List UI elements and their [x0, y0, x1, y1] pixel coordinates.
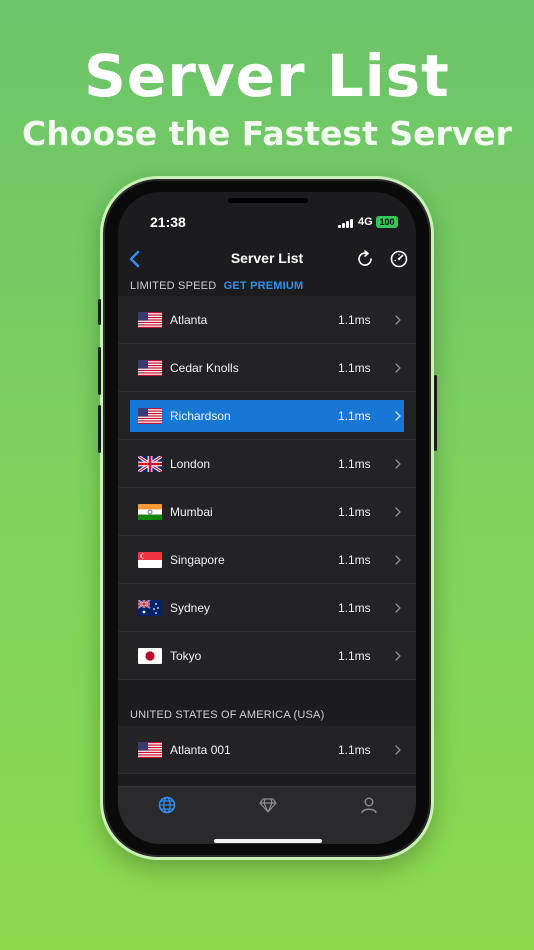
server-ping: 1.1ms	[338, 649, 371, 663]
flag-in-icon	[138, 504, 162, 520]
server-row[interactable]: Atlanta 1.1ms	[118, 296, 416, 344]
flag-au-icon	[138, 600, 162, 616]
flag-us-icon	[138, 312, 162, 328]
speedometer-icon[interactable]	[388, 248, 410, 270]
chevron-right-icon	[395, 651, 401, 661]
flag-sg-icon	[138, 552, 162, 568]
power-button	[434, 375, 437, 451]
server-row[interactable]: Tokyo 1.1ms	[118, 632, 416, 680]
server-ping: 1.1ms	[338, 361, 371, 375]
server-ping: 1.1ms	[338, 505, 371, 519]
server-ping: 1.1ms	[338, 313, 371, 327]
phone-frame: 21:38 4G 100 Server List LIMITED SPEED G…	[98, 176, 437, 860]
server-name: London	[170, 457, 211, 471]
globe-icon[interactable]	[157, 795, 177, 815]
mute-switch	[98, 299, 101, 325]
status-time: 21:38	[150, 214, 186, 230]
tab-bar	[118, 786, 416, 844]
navigation-bar: Server List	[118, 244, 416, 274]
flag-uk-icon	[138, 456, 162, 472]
server-ping: 1.1ms	[338, 553, 371, 567]
server-name: Richardson	[170, 409, 231, 423]
server-row[interactable]: Cedar Knolls 1.1ms	[118, 344, 416, 392]
server-row[interactable]: Atlanta 001 1.1ms	[118, 726, 416, 774]
flag-jp-icon	[138, 648, 162, 664]
chevron-right-icon	[395, 603, 401, 613]
server-name: Singapore	[170, 553, 225, 567]
server-name: Atlanta 001	[170, 743, 231, 757]
chevron-right-icon	[395, 745, 401, 755]
chevron-right-icon	[395, 315, 401, 325]
server-ping: 1.1ms	[338, 409, 371, 423]
battery-icon: 100	[376, 216, 398, 228]
server-row[interactable]: London 1.1ms	[118, 440, 416, 488]
server-name: Cedar Knolls	[170, 361, 239, 375]
chevron-right-icon	[395, 411, 401, 421]
server-name: Mumbai	[170, 505, 213, 519]
chevron-right-icon	[395, 363, 401, 373]
diamond-icon[interactable]	[258, 795, 278, 815]
server-row[interactable]: Sydney 1.1ms	[118, 584, 416, 632]
promo-title: Server List	[84, 42, 450, 110]
volume-down-button	[98, 405, 101, 453]
server-ping: 1.1ms	[338, 601, 371, 615]
chevron-right-icon	[395, 555, 401, 565]
chevron-right-icon	[395, 459, 401, 469]
server-row[interactable]: Singapore 1.1ms	[118, 536, 416, 584]
flag-us-icon	[138, 742, 162, 758]
server-ping: 1.1ms	[338, 743, 371, 757]
server-name: Tokyo	[170, 649, 202, 663]
section-label: LIMITED SPEED	[130, 280, 217, 292]
server-row[interactable]: Mumbai 1.1ms	[118, 488, 416, 536]
volume-up-button	[98, 347, 101, 395]
section-header-usa: UNITED STATES OF AMERICA (USA)	[130, 709, 325, 721]
server-list-usa: Atlanta 001 1.1ms	[118, 726, 416, 774]
dynamic-island	[228, 198, 308, 203]
server-name: Sydney	[170, 601, 211, 615]
server-row[interactable]: Richardson 1.1ms	[130, 400, 404, 432]
server-ping: 1.1ms	[338, 457, 371, 471]
section-header-limited: LIMITED SPEED GET PREMIUM	[130, 280, 303, 292]
server-name: Atlanta	[170, 313, 208, 327]
home-indicator	[214, 839, 322, 843]
server-list-limited: Atlanta 1.1ms Cedar Knolls 1.1ms Richardson 1…	[118, 296, 416, 680]
flag-us-icon	[138, 408, 162, 424]
signal-icon	[338, 218, 354, 228]
chevron-right-icon	[395, 507, 401, 517]
flag-us-icon	[138, 360, 162, 376]
status-bar: 21:38 4G 100	[118, 214, 416, 234]
promo-subtitle: Choose the Fastest Server	[22, 114, 512, 153]
network-type: 4G	[358, 216, 373, 228]
refresh-icon[interactable]	[354, 248, 376, 270]
get-premium-link[interactable]: GET PREMIUM	[224, 280, 304, 292]
user-icon[interactable]	[359, 795, 379, 815]
app-screen: 21:38 4G 100 Server List LIMITED SPEED G…	[118, 192, 416, 844]
